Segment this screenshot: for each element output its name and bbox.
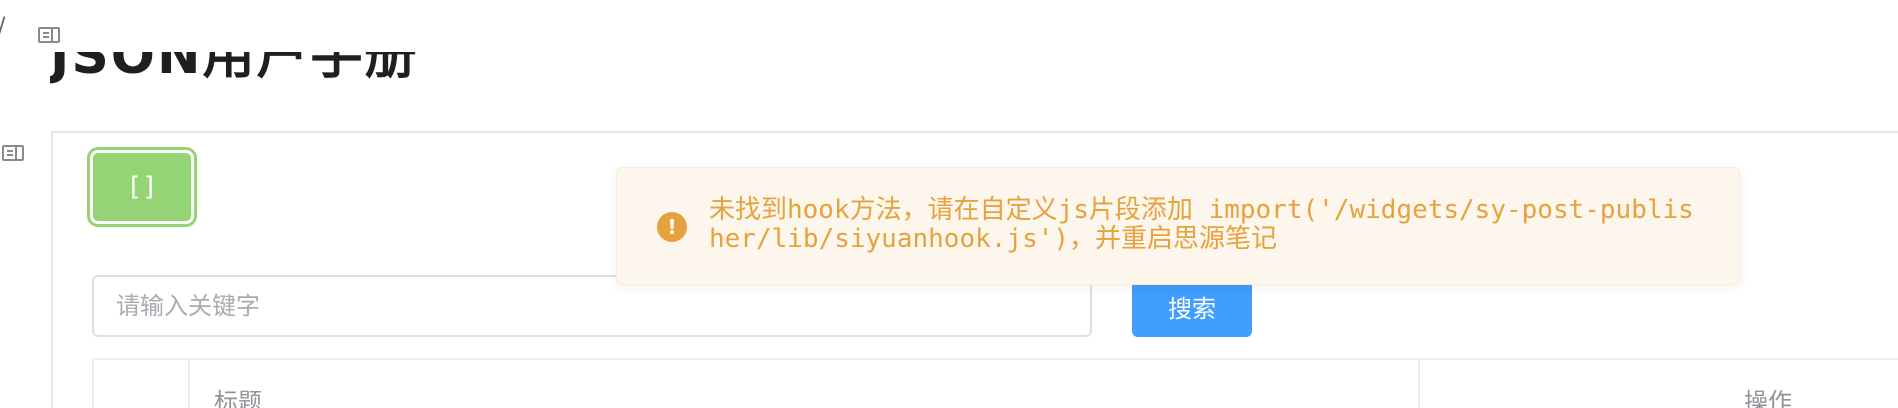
table-header: 标题 操作 xyxy=(92,358,1898,408)
warning-circle-icon: ! xyxy=(657,212,687,242)
doc-icon[interactable] xyxy=(38,27,60,43)
alert-message: 未找到hook方法，请在自定义js片段添加 import('/widgets/s… xyxy=(709,195,1694,254)
doc-title-container: JSON用户手册 xyxy=(50,52,650,90)
column-divider xyxy=(1418,360,1420,408)
column-header-actions: 操作 xyxy=(1744,388,1792,408)
page: / JSON用户手册 [] 搜索 标题 操作 ! 未找到hook方法，请在自定义… xyxy=(0,0,1898,408)
json-button[interactable]: [] xyxy=(90,150,194,224)
page-title[interactable]: JSON用户手册 xyxy=(50,52,650,82)
breadcrumb-separator: / xyxy=(0,14,5,39)
block-doc-icon[interactable] xyxy=(2,145,24,161)
column-divider xyxy=(188,360,190,408)
warning-alert: ! 未找到hook方法，请在自定义js片段添加 import('/widgets… xyxy=(616,167,1740,285)
column-header-title[interactable]: 标题 xyxy=(214,382,262,408)
